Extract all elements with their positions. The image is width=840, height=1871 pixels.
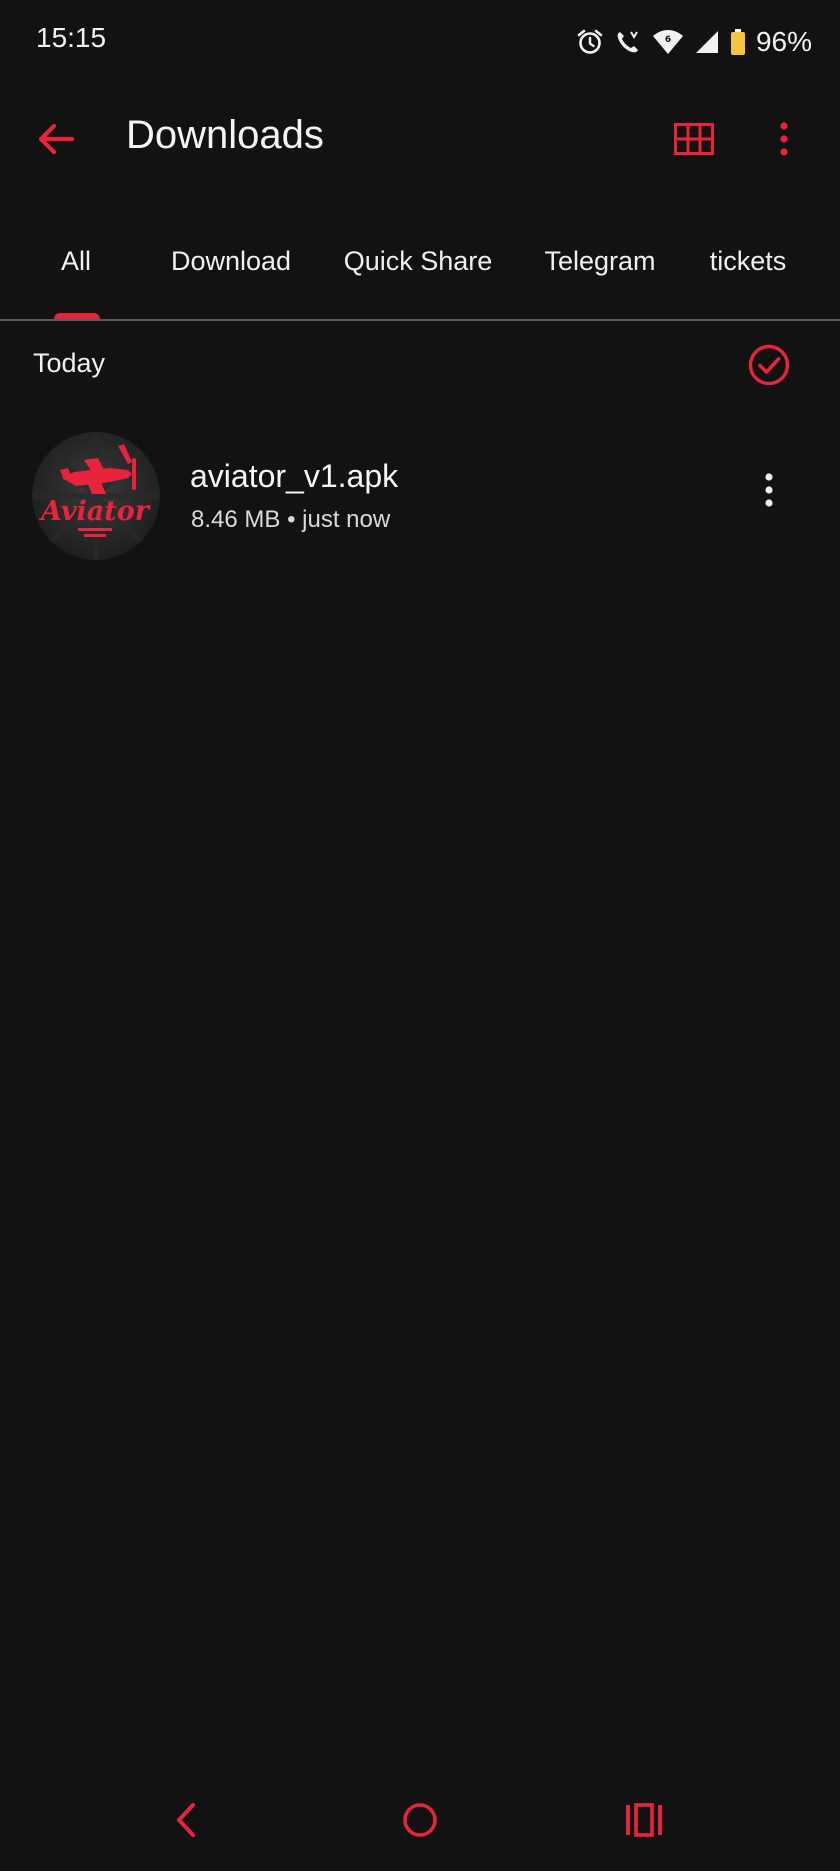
nav-back-button[interactable] (146, 1780, 226, 1860)
nav-recents-icon (626, 1803, 662, 1837)
file-time: just now (302, 506, 391, 533)
grid-view-button[interactable] (664, 109, 724, 169)
tab-download[interactable]: Download (158, 232, 304, 320)
file-list-item[interactable]: Aviator aviator_v1.apk 8.46 MB • just no… (0, 420, 840, 560)
back-button[interactable] (26, 109, 86, 169)
grid-view-icon (674, 123, 714, 155)
tab-label: tickets (709, 246, 787, 276)
page-title: Downloads (126, 113, 324, 157)
more-vert-icon (765, 473, 773, 507)
tab-label: Download (170, 246, 292, 276)
tab-tickets[interactable]: tickets (696, 232, 800, 320)
meta-separator: • (287, 506, 296, 533)
status-icons: 6 96% (576, 22, 812, 62)
select-all-check-icon (748, 344, 790, 386)
tab-quick-share[interactable]: Quick Share (334, 232, 502, 320)
tab-label: Telegram (544, 246, 656, 276)
status-bar: 15:15 6 96% (0, 0, 840, 82)
aviator-app-icon: Aviator (32, 432, 160, 560)
file-meta: 8.46 MB • just now (191, 506, 390, 534)
nav-home-icon (403, 1803, 437, 1837)
tab-telegram[interactable]: Telegram (532, 232, 668, 320)
tab-all[interactable]: All (40, 232, 112, 320)
alarm-icon (577, 29, 603, 54)
svg-text:6: 6 (665, 35, 671, 45)
tabs-divider (0, 319, 840, 321)
select-all-button[interactable] (744, 340, 794, 390)
battery-percentage: 96% (755, 26, 812, 57)
wifi-calling-icon (617, 31, 638, 53)
file-size: 8.46 MB (191, 506, 281, 533)
downloads-screen: 15:15 6 96% Downloads All Download Quick… (0, 0, 840, 1871)
nav-recents-button[interactable] (604, 1780, 684, 1860)
more-vert-icon (780, 122, 788, 156)
tab-label: All (60, 246, 91, 276)
back-arrow-icon (38, 123, 75, 155)
more-options-button[interactable] (758, 109, 810, 169)
wifi-icon: 6 (652, 30, 683, 54)
signal-icon (695, 31, 718, 53)
tab-label: Quick Share (343, 246, 493, 276)
thumbnail-text: Aviator (38, 496, 151, 527)
nav-back-icon (177, 1803, 195, 1837)
system-navigation-bar (0, 1780, 840, 1860)
battery-icon (730, 29, 745, 55)
section-title-today: Today (33, 348, 106, 378)
nav-home-button[interactable] (380, 1780, 460, 1860)
file-more-options-button[interactable] (744, 460, 794, 520)
category-tabs: All Download Quick Share Telegram ticket… (0, 232, 840, 320)
file-name: aviator_v1.apk (190, 458, 399, 494)
top-app-bar: Downloads (0, 95, 840, 181)
status-time: 15:15 (36, 22, 107, 53)
